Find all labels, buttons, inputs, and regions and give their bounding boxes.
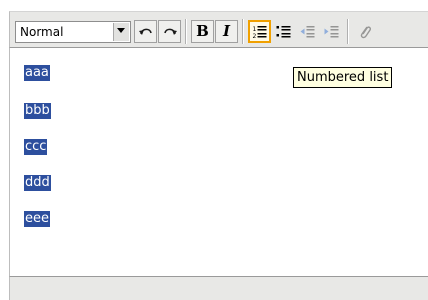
redo-button[interactable] [158,20,181,43]
list-item[interactable]: bbb [24,103,51,119]
bulleted-list-button[interactable] [272,20,295,43]
svg-text:2: 2 [252,33,256,39]
dropdown-arrow-icon[interactable] [113,23,129,41]
undo-button[interactable] [134,20,157,43]
list-item[interactable]: aaa [24,65,50,81]
numbered-list-tooltip: Numbered list [293,67,393,88]
outdent-button[interactable] [296,20,319,43]
indent-button[interactable] [320,20,343,43]
format-select-value: Normal [20,25,64,39]
attach-button[interactable] [353,20,376,43]
toolbar-separator [347,19,349,44]
svg-text:1: 1 [252,26,256,33]
rich-text-editor: Normal B I 1 2 aaa bbb ccc ddd eee Numbe… [0,0,428,300]
editor-toolbar: Normal B I 1 2 [9,11,428,48]
editor-status-bar [9,276,428,300]
italic-icon: I [222,22,231,40]
list-item[interactable]: ddd [24,175,51,191]
numbered-list-button[interactable]: 1 2 [248,20,271,43]
list-item[interactable]: eee [24,211,50,227]
bold-icon: B [196,22,209,40]
toolbar-separator [185,19,187,44]
format-select[interactable]: Normal [15,21,131,43]
bold-button[interactable]: B [191,20,214,43]
toolbar-separator [242,19,244,44]
list-item[interactable]: ccc [24,139,48,155]
italic-button[interactable]: I [215,20,238,43]
